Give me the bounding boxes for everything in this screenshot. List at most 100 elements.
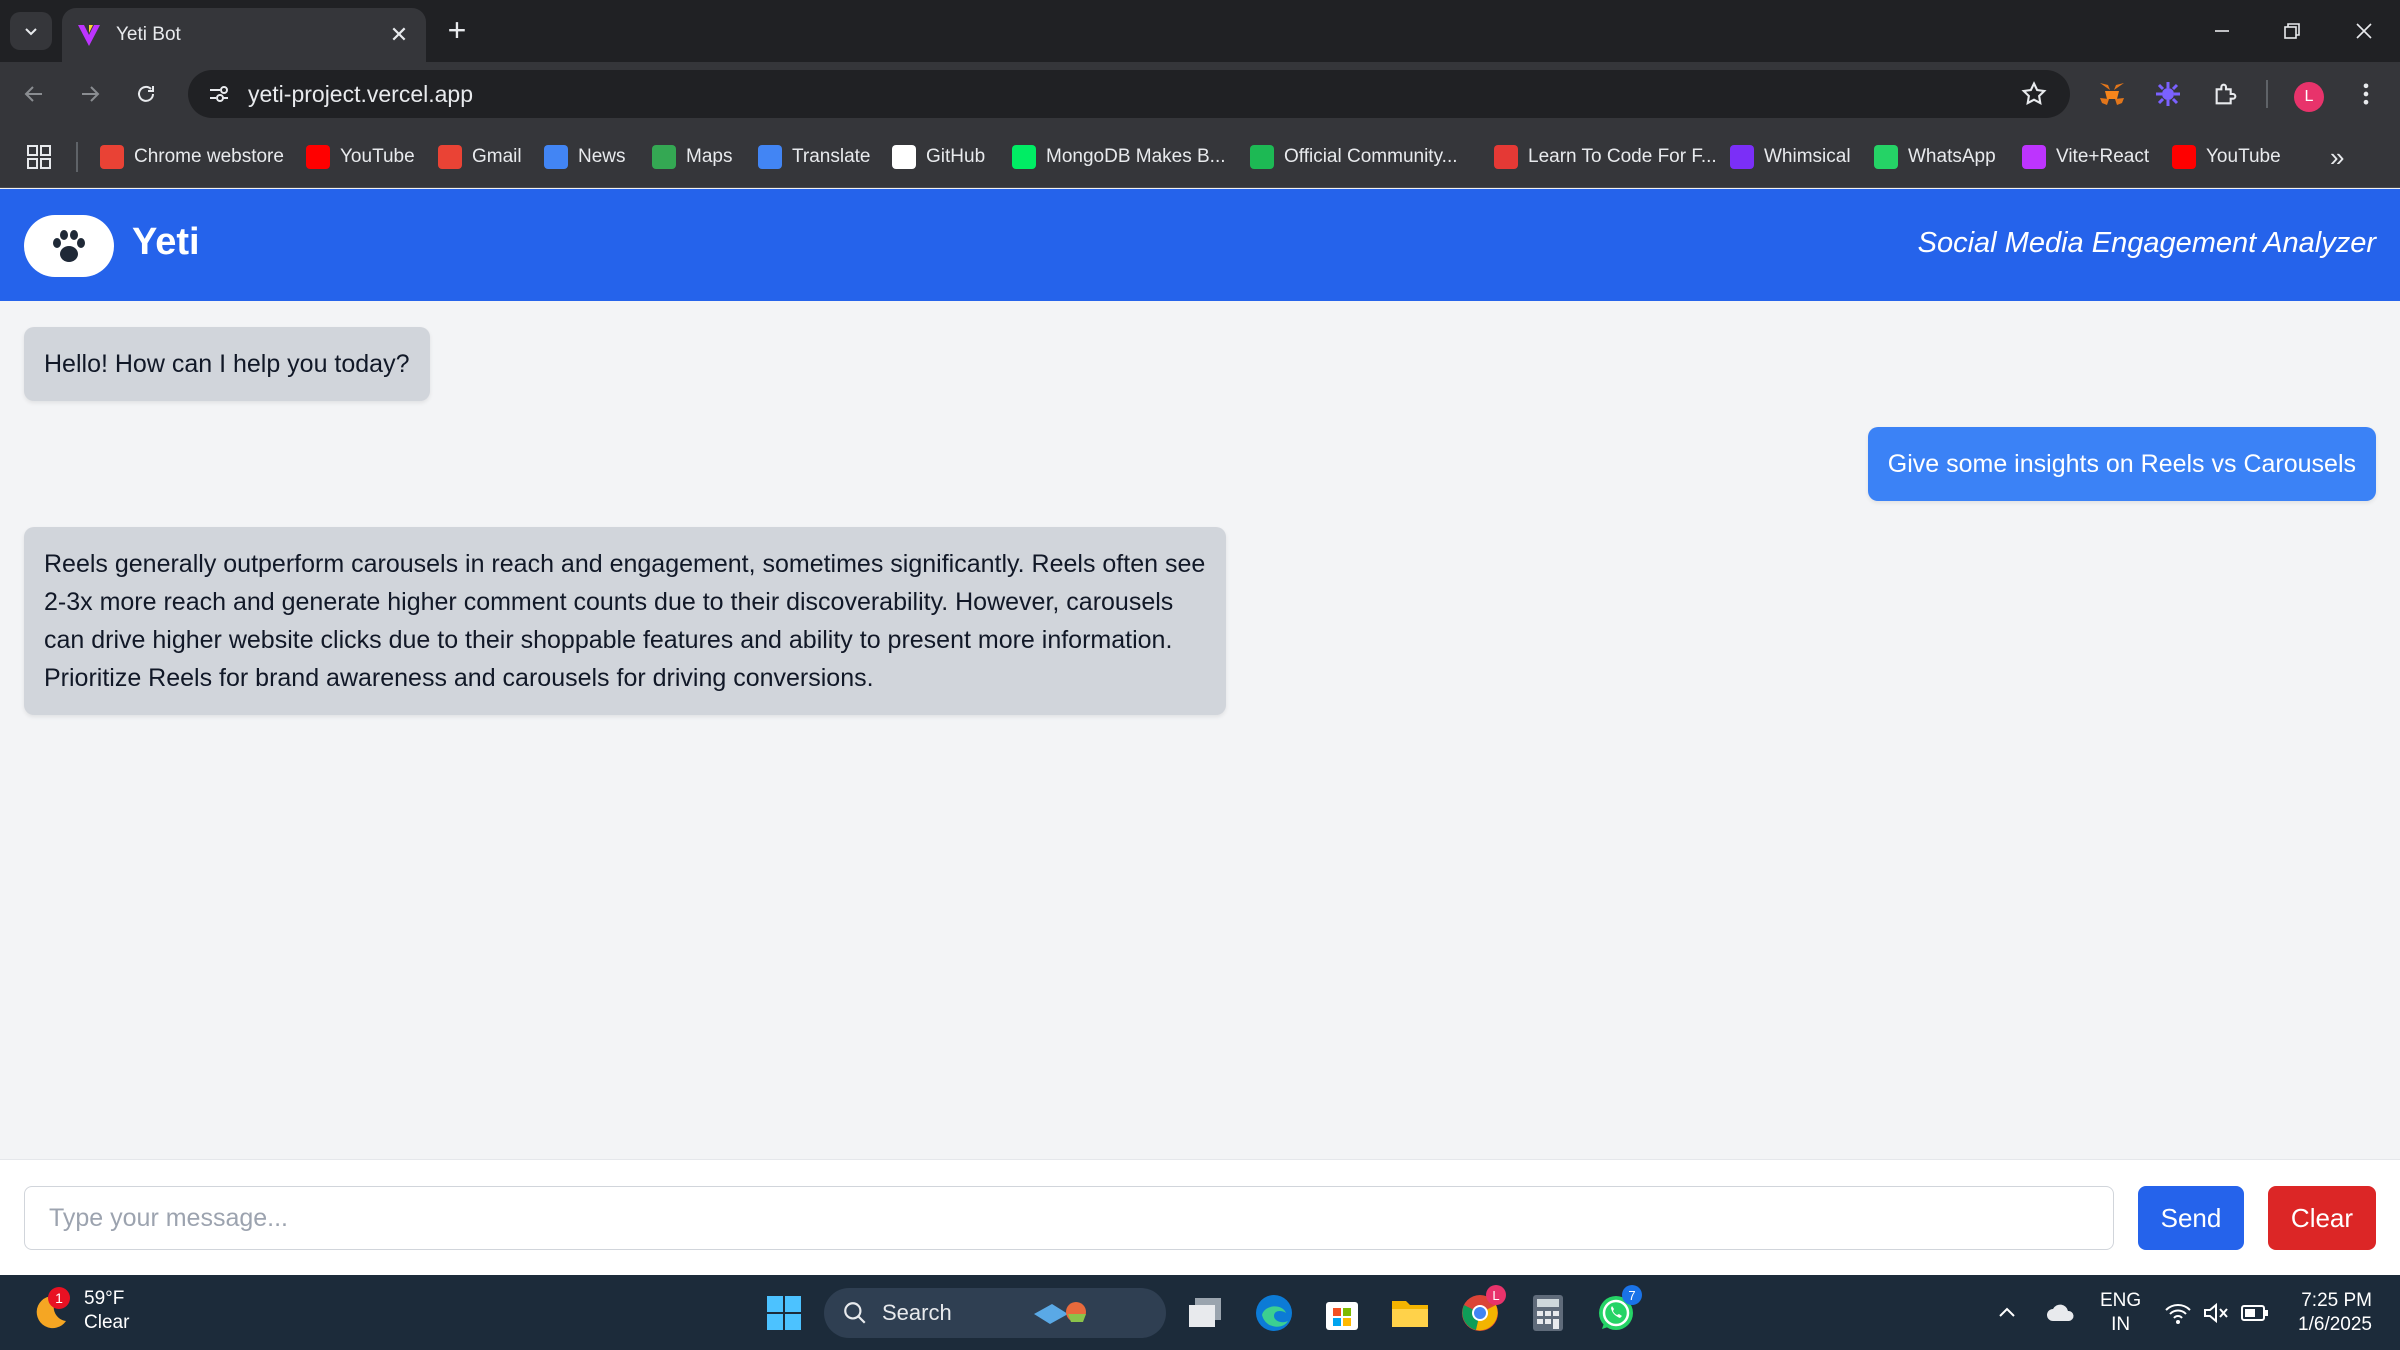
bookmark-item[interactable]: Vite+React — [2022, 142, 2149, 172]
back-button[interactable] — [16, 76, 52, 112]
reload-button[interactable] — [128, 76, 164, 112]
bot-message: Reels generally outperform carousels in … — [24, 527, 1226, 715]
taskbar-search[interactable]: Search — [824, 1288, 1166, 1338]
language-indicator[interactable]: ENG IN — [2100, 1289, 2141, 1337]
bookmark-item[interactable]: Translate — [758, 142, 871, 172]
windows-taskbar: 1 59°F Clear Search L 7 ENG IN 7:25 PM 1… — [0, 1275, 2400, 1350]
chat-area: Hello! How can I help you today? Give so… — [0, 301, 2400, 1159]
bookmark-item[interactable]: MongoDB Makes B... — [1012, 142, 1226, 172]
system-clock[interactable]: 7:25 PM 1/6/2025 — [2278, 1289, 2372, 1337]
message-input-bar: Send Clear — [0, 1159, 2400, 1275]
bookmark-label: Vite+React — [2056, 146, 2150, 167]
bookmark-label: Official Community... — [1284, 146, 1458, 167]
bookmark-item[interactable]: YouTube — [2172, 142, 2281, 172]
bookmark-label: Whimsical — [1764, 146, 1851, 167]
bookmarks-bar: Chrome webstore YouTube Gmail News Maps Trans… — [0, 126, 2400, 188]
language-code: ENG — [2100, 1290, 2142, 1311]
bookmark-label: YouTube — [2206, 146, 2281, 167]
extensions-puzzle-icon[interactable] — [2208, 76, 2244, 112]
bookmark-label: MongoDB Makes B... — [1046, 146, 1226, 167]
bot-message: Hello! How can I help you today? — [24, 327, 430, 401]
calculator-icon[interactable] — [1526, 1291, 1570, 1335]
gmail-icon — [438, 145, 462, 169]
more-bookmarks-icon[interactable]: » — [2330, 142, 2344, 173]
onedrive-cloud-icon[interactable] — [2046, 1297, 2076, 1329]
forward-button[interactable] — [72, 76, 108, 112]
whimsical-icon — [1730, 145, 1754, 169]
google-maps-icon — [652, 145, 676, 169]
youtube-icon — [306, 145, 330, 169]
windows-start-icon[interactable] — [766, 1295, 802, 1331]
reload-icon — [138, 85, 154, 102]
profile-avatar[interactable]: L — [2294, 82, 2324, 112]
bookmark-item[interactable]: Maps — [652, 142, 732, 172]
site-info-icon[interactable] — [204, 79, 234, 109]
tab-search-button[interactable] — [10, 12, 52, 50]
task-view-icon[interactable] — [1184, 1291, 1228, 1335]
bookmarks-divider — [76, 142, 78, 172]
google-translate-icon — [758, 145, 782, 169]
search-icon — [844, 1302, 866, 1324]
weather-notification-badge: 1 — [48, 1287, 70, 1309]
search-label: Search — [882, 1300, 952, 1325]
whatsapp-icon — [1874, 145, 1898, 169]
chevron-down-icon — [25, 28, 37, 36]
file-explorer-icon[interactable] — [1388, 1291, 1432, 1335]
bookmark-star-icon[interactable] — [2020, 80, 2048, 113]
gear-extension-icon[interactable] — [2150, 76, 2186, 112]
new-tab-button[interactable]: + — [440, 14, 474, 48]
user-message: Give some insights on Reels vs Carousels — [1867, 427, 2376, 501]
send-button[interactable]: Send — [2138, 1186, 2244, 1250]
tab-close-icon[interactable]: ✕ — [386, 22, 412, 48]
bookmark-label: GitHub — [926, 146, 986, 167]
weather-description: Clear — [84, 1312, 130, 1333]
battery-icon[interactable] — [2240, 1297, 2270, 1329]
apps-grid-icon[interactable] — [26, 144, 52, 170]
clock-date: 1/6/2025 — [2298, 1314, 2372, 1335]
chrome-taskbar-icon[interactable]: L — [1458, 1285, 1506, 1335]
browser-menu-icon[interactable] — [2348, 76, 2384, 112]
bookmark-item[interactable]: Official Community... — [1250, 142, 1458, 172]
bookmark-item[interactable]: Whimsical — [1730, 142, 1851, 172]
yeti-favicon-icon — [78, 25, 100, 46]
bookmark-label: WhatsApp — [1908, 146, 1996, 167]
bookmark-item[interactable]: WhatsApp — [1874, 142, 1996, 172]
browser-tab-strip: Yeti Bot ✕ + — [0, 0, 2400, 62]
moon-icon: 1 — [28, 1287, 72, 1333]
weather-widget[interactable]: 1 59°F Clear — [28, 1287, 129, 1335]
clock-time: 7:25 PM — [2301, 1290, 2372, 1311]
whatsapp-taskbar-icon[interactable]: 7 — [1594, 1285, 1642, 1335]
wifi-icon[interactable] — [2164, 1297, 2192, 1329]
message-input[interactable] — [24, 1186, 2114, 1250]
whatsapp-notification-badge: 7 — [1622, 1285, 1642, 1305]
bookmark-label: YouTube — [340, 146, 415, 167]
bookmark-label: Translate — [792, 146, 871, 167]
restore-icon[interactable] — [2272, 14, 2312, 48]
minimize-icon[interactable] — [2202, 14, 2242, 48]
address-bar[interactable]: yeti-project.vercel.app — [188, 70, 2070, 118]
bookmark-item[interactable]: GitHub — [892, 142, 985, 172]
community-icon — [1250, 145, 1274, 169]
bookmark-item[interactable]: Learn To Code For F... — [1494, 142, 1717, 172]
arrow-right-icon — [82, 86, 100, 102]
url-text: yeti-project.vercel.app — [248, 80, 473, 107]
bookmark-item[interactable]: Gmail — [438, 142, 522, 172]
volume-muted-icon[interactable] — [2202, 1297, 2230, 1329]
vite-icon — [2022, 145, 2046, 169]
bookmark-item[interactable]: YouTube — [306, 142, 415, 172]
clear-button[interactable]: Clear — [2268, 1186, 2376, 1250]
bookmark-label: News — [578, 146, 626, 167]
bookmark-item[interactable]: Chrome webstore — [100, 142, 284, 172]
edge-icon[interactable] — [1252, 1291, 1296, 1335]
bookmark-label: Maps — [686, 146, 733, 167]
microsoft-store-icon[interactable] — [1320, 1291, 1364, 1335]
metamask-extension-icon[interactable] — [2094, 76, 2130, 112]
app-subtitle: Social Media Engagement Analyzer — [1917, 227, 2376, 259]
bookmark-item[interactable]: News — [544, 142, 626, 172]
search-highlight-icon — [1033, 1302, 1086, 1324]
logo — [24, 215, 114, 277]
show-hidden-icons-chevron-up-icon[interactable] — [1996, 1297, 2018, 1329]
close-window-icon[interactable] — [2344, 14, 2384, 48]
browser-tab-active[interactable]: Yeti Bot ✕ — [62, 8, 426, 62]
chrome-webstore-icon — [100, 145, 124, 169]
